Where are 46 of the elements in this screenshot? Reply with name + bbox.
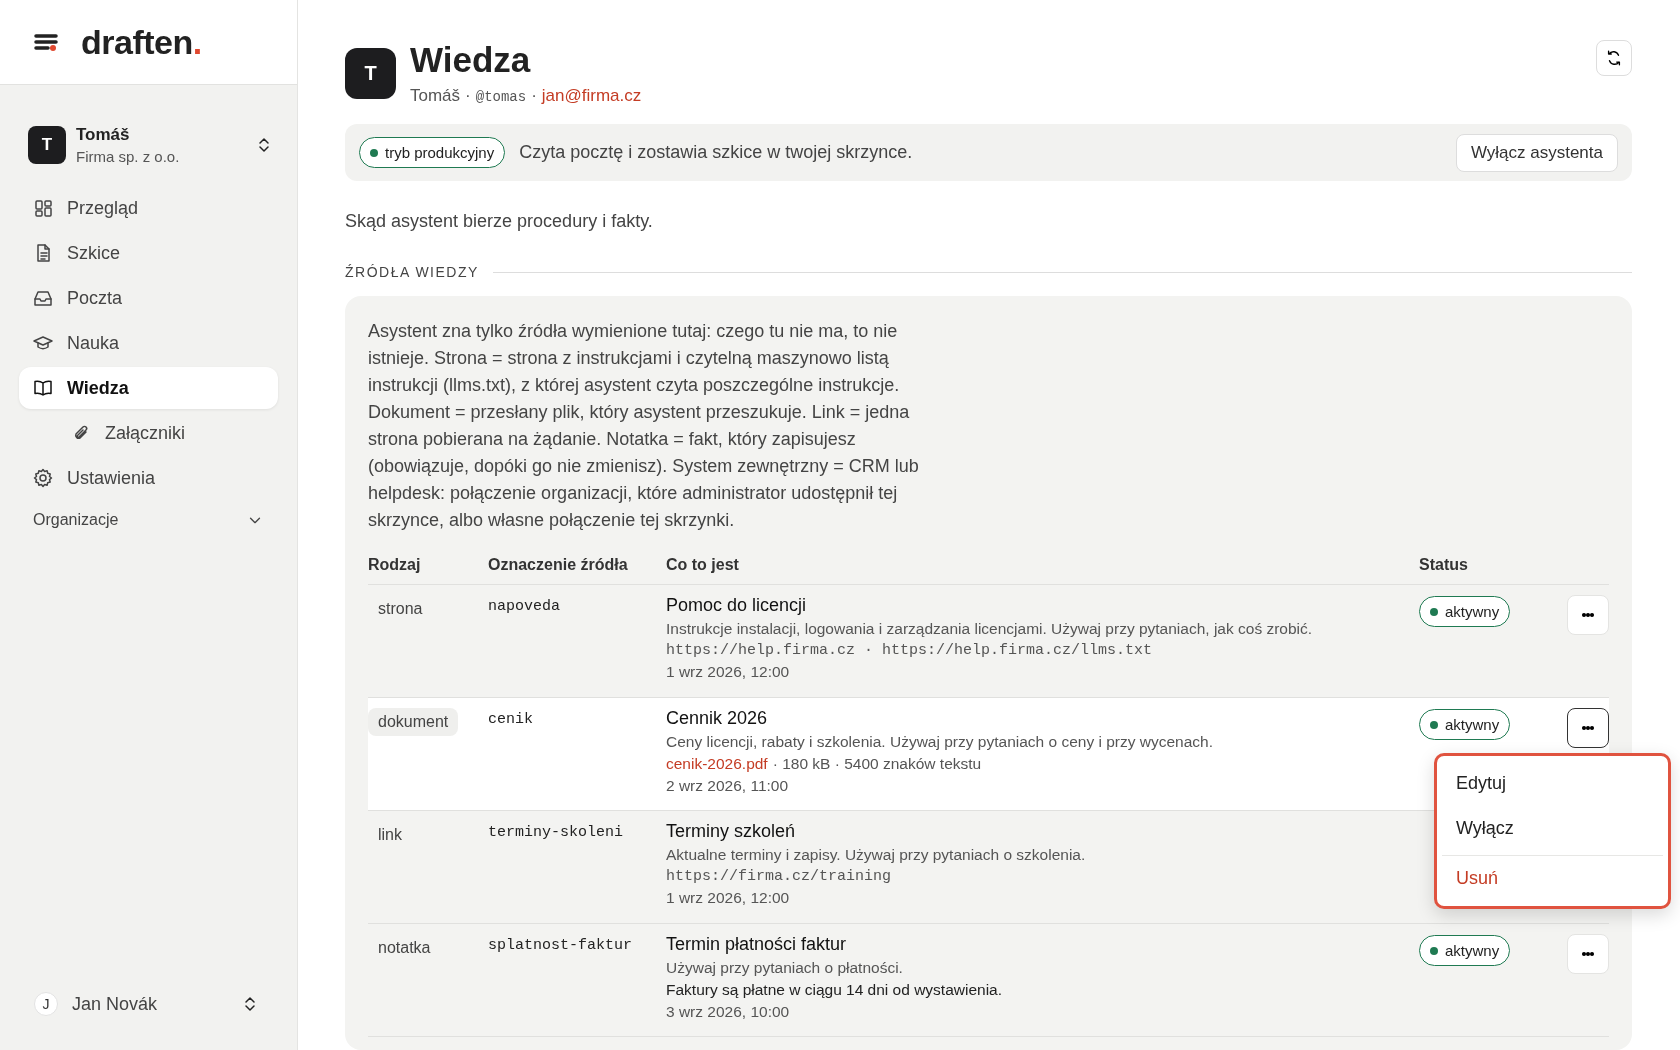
user-avatar: J bbox=[34, 992, 58, 1016]
assistant-avatar: T bbox=[345, 48, 396, 99]
source-summary: Ceny licencji, rabaty i szkolenia. Używaj przy pytaniach o ceny i przy wycenach. bbox=[666, 733, 1215, 751]
source-summary: Aktualne terminy i zapisy. Używaj przy pytaniach o szkolenia. bbox=[666, 846, 1087, 864]
status-badge: aktywny bbox=[1419, 709, 1511, 740]
source-id: terminy-skoleni bbox=[488, 823, 625, 843]
source-date: 1 wrz 2026, 12:00 bbox=[666, 663, 791, 681]
kind-label: notatka bbox=[377, 938, 432, 958]
source-date: 3 wrz 2026, 10:00 bbox=[666, 1003, 791, 1021]
intro-text: Skąd asystent bierze procedury i fakty. bbox=[345, 211, 654, 232]
workspace-name: Tomáš bbox=[76, 125, 131, 145]
kind-label: link bbox=[377, 825, 403, 845]
username: @tomas bbox=[475, 89, 527, 105]
source-summary: Używaj przy pytaniach o płatności. bbox=[666, 959, 904, 977]
source-title: Cennik 2026 bbox=[666, 708, 769, 729]
user-name: Jan Novák bbox=[72, 993, 159, 1015]
workspace-avatar: T bbox=[28, 126, 66, 164]
page-title: Wiedza bbox=[410, 40, 532, 80]
source-id: cenik bbox=[488, 710, 534, 730]
column-header: Status bbox=[1419, 556, 1469, 574]
logo: draften. bbox=[81, 22, 202, 62]
kind-label: dokument bbox=[368, 708, 459, 736]
source-title: Termin płatności faktur bbox=[666, 934, 848, 955]
status-badge: aktywny bbox=[1419, 596, 1511, 627]
column-header: Oznaczenie źródła bbox=[488, 556, 629, 574]
description: Asystent zna tylko źródła wymienione tutaj: czego tu nie ma, to nie istnieje. Strona = strona z instrukcjami i czytelną maszynowo listą instrukcji (llms.txt), z której asystent czyta poszczególne instrukcje. Dokument = przesłany plik, który asystent przeszukuje. Link = jedna strona pobierana na żądanie. Notatka = fakt, który zapisujesz (obowiązuje, dopóki go nie zmienisz). System zewnętrzny = CRM lub helpdesk: połączenie organizacji, które administrator udostępnił tej skrzynce, albo własne połączenie tej skrzynki. bbox=[368, 320, 920, 532]
section-heading: ŹRÓDŁA WIEDZY bbox=[345, 264, 479, 280]
mode-badge: tryb produkcyjny bbox=[359, 137, 506, 168]
separator: · bbox=[465, 86, 471, 106]
note-text: Faktury są płatne w ciągu 14 dni od wystawienia. bbox=[666, 981, 1002, 999]
source-summary: Instrukcje instalacji, logowania i zarządzania licencjami. Używaj przy pytaniach, jak coś zrobić. bbox=[666, 620, 1314, 638]
file-meta: · 180 kB · 5400 znaków tekstu bbox=[772, 755, 982, 773]
separator: · bbox=[531, 86, 537, 106]
owner-name: Tomáš bbox=[410, 86, 461, 106]
status-badge: aktywny bbox=[1419, 935, 1511, 966]
workspace-organization: Firma sp. z o.o. bbox=[76, 148, 181, 165]
source-id: napoveda bbox=[488, 597, 561, 617]
column-header: Co to jest bbox=[666, 556, 740, 574]
source-date: 1 wrz 2026, 12:00 bbox=[666, 889, 791, 907]
source-date: 2 wrz 2026, 11:00 bbox=[666, 777, 790, 795]
column-header: Rodzaj bbox=[368, 556, 422, 574]
banner-text: Czyta pocztę i zostawia szkice w twojej skrzynce. bbox=[519, 142, 914, 163]
source-title: Terminy szkoleń bbox=[666, 821, 797, 842]
source-id: splatnost-faktur bbox=[488, 936, 634, 956]
kind-label: strona bbox=[377, 599, 424, 619]
source-title: Pomoc do licencji bbox=[666, 595, 808, 616]
